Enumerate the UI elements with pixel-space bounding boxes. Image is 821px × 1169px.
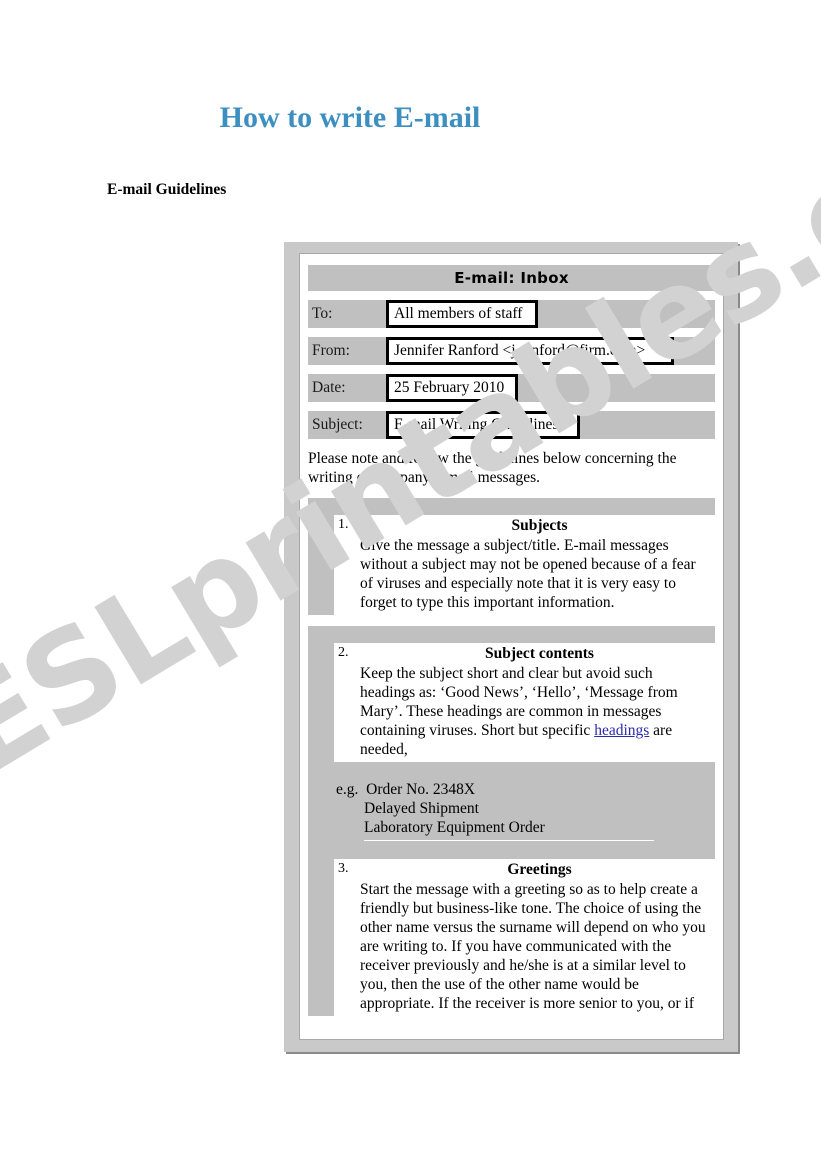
email-field-row-to: To: All members of staff bbox=[308, 300, 715, 328]
example-block: e.g. Order No. 2348X Delayed Shipment La… bbox=[308, 762, 715, 859]
guideline-number-1: 1. bbox=[338, 517, 349, 532]
field-value-to[interactable]: All members of staff bbox=[386, 300, 538, 328]
page-title: How to write E-mail bbox=[219, 101, 481, 134]
field-label-to: To: bbox=[312, 305, 333, 322]
page-subheading: E-mail Guidelines bbox=[107, 181, 227, 198]
guideline-body-1: Give the message a subject/title. E-mail… bbox=[360, 537, 696, 611]
example-line-1: e.g. Order No. 2348X bbox=[308, 780, 715, 799]
field-label-subject: Subject: bbox=[312, 416, 363, 433]
guideline-number-3: 3. bbox=[338, 861, 349, 876]
field-value-subject[interactable]: E-mail Writing Guidelines bbox=[386, 411, 580, 439]
headings-link[interactable]: headings bbox=[594, 722, 649, 739]
email-mockup-inner: E-mail: Inbox To: All members of staff F… bbox=[299, 253, 724, 1040]
guideline-section-1: 1. Subjects Give the message a subject/t… bbox=[308, 515, 715, 615]
field-value-from[interactable]: Jennifer Ranford <j.ranford@firm.com> bbox=[386, 337, 674, 365]
section-divider-band-1 bbox=[308, 498, 715, 515]
field-label-from: From: bbox=[312, 342, 350, 359]
field-value-date[interactable]: 25 February 2010 bbox=[386, 374, 518, 402]
example-horizontal-rule bbox=[364, 840, 654, 841]
email-field-row-subject: Subject: E-mail Writing Guidelines bbox=[308, 411, 715, 439]
guideline-title-3: Greetings bbox=[507, 861, 572, 878]
inbox-title-bar: E-mail: Inbox bbox=[308, 265, 715, 291]
guideline-body-2: Keep the subject short and clear but avo… bbox=[338, 664, 711, 759]
field-label-date: Date: bbox=[312, 379, 346, 396]
guideline-section-3: 3. Greetings Start the message with a gr… bbox=[308, 859, 715, 1016]
guideline-number-2: 2. bbox=[338, 645, 349, 660]
section-divider-band-2 bbox=[308, 626, 715, 643]
guideline-title-2: Subject contents bbox=[485, 645, 594, 662]
email-field-row-date: Date: 25 February 2010 bbox=[308, 374, 715, 402]
example-prefix: e.g. bbox=[336, 781, 359, 798]
example-text-1: Order No. 2348X bbox=[366, 781, 476, 798]
guideline-body-3: Start the message with a greeting so as … bbox=[360, 881, 706, 1012]
email-intro-text: Please note and follow the guidelines be… bbox=[308, 450, 677, 486]
example-line-2: Delayed Shipment bbox=[364, 800, 479, 817]
guideline-title-1: Subjects bbox=[511, 517, 568, 534]
example-line-3: Laboratory Equipment Order bbox=[364, 819, 545, 836]
guideline-section-2: 2. Subject contents Keep the subject sho… bbox=[308, 643, 715, 762]
email-field-row-from: From: Jennifer Ranford <j.ranford@firm.c… bbox=[308, 337, 715, 365]
email-mockup-frame: E-mail: Inbox To: All members of staff F… bbox=[284, 242, 738, 1052]
